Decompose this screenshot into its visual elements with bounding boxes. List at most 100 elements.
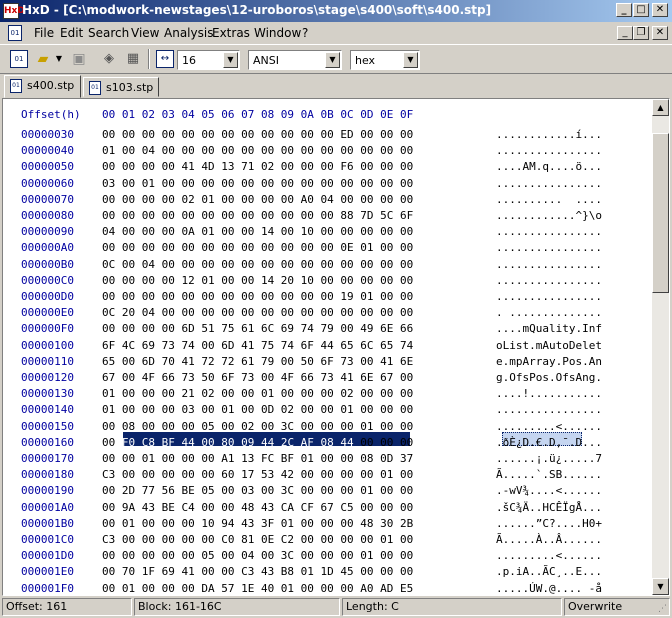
row-hex-bytes[interactable]: 00 01 00 00 00 10 94 43 3F 01 00 00 00 4… bbox=[102, 516, 413, 532]
row-ascii[interactable]: .šC¾Ä..HCÊÏgÅ... bbox=[496, 500, 602, 516]
row-ascii[interactable]: ................ bbox=[496, 240, 602, 256]
row-ascii[interactable]: .ðÈ¿D.€.D,¯.D... bbox=[496, 435, 602, 451]
row-ascii[interactable]: Ã.....`.SB...... bbox=[496, 467, 602, 483]
mdi-minimize-button[interactable]: _ bbox=[617, 26, 633, 40]
maximize-button[interactable]: □ bbox=[633, 3, 649, 17]
row-hex-bytes[interactable]: 65 00 6D 70 41 72 72 61 79 00 50 6F 73 0… bbox=[102, 354, 413, 370]
toolbar-separator bbox=[148, 49, 150, 69]
scroll-up-button[interactable]: ▲ bbox=[652, 99, 669, 116]
row-hex-bytes[interactable]: 00 2D 77 56 BE 05 00 03 00 3C 00 00 00 0… bbox=[102, 483, 413, 499]
row-hex-bytes[interactable]: 0C 00 04 00 00 00 00 00 00 00 00 00 00 0… bbox=[102, 257, 413, 273]
row-hex-bytes[interactable]: 01 00 04 00 00 00 00 00 00 00 00 00 00 0… bbox=[102, 143, 413, 159]
row-ascii[interactable]: .......... .... bbox=[496, 192, 602, 208]
row-hex-bytes[interactable]: 67 00 4F 66 73 50 6F 73 00 4F 66 73 41 6… bbox=[102, 370, 413, 386]
row-ascii[interactable]: .....ÚW.@.... -å bbox=[496, 581, 602, 595]
row-ascii[interactable]: ......”C?....H0+ bbox=[496, 516, 602, 532]
status-edit-mode[interactable]: Overwrite bbox=[564, 598, 670, 616]
minimize-button[interactable]: _ bbox=[616, 3, 632, 17]
row-ascii[interactable]: ....mQuality.Inf bbox=[496, 321, 602, 337]
scroll-thumb[interactable] bbox=[652, 133, 669, 293]
row-hex-bytes[interactable]: 00 00 00 00 00 00 00 00 00 00 00 00 88 7… bbox=[102, 208, 413, 224]
row-hex-bytes[interactable]: 00 00 00 00 6D 51 75 61 6C 69 74 79 00 4… bbox=[102, 321, 413, 337]
row-ascii[interactable]: ....!........... bbox=[496, 386, 602, 402]
menu-file[interactable]: File bbox=[34, 26, 54, 40]
row-hex-bytes[interactable]: 04 00 00 00 0A 01 00 00 14 00 10 00 00 0… bbox=[102, 224, 413, 240]
save-icon[interactable]: ▣ bbox=[70, 50, 88, 68]
row-ascii[interactable]: ....AM.q....ö... bbox=[496, 159, 602, 175]
vertical-scrollbar[interactable]: ▲ ▼ bbox=[652, 99, 669, 595]
row-ascii[interactable]: .-wV¾....<...... bbox=[496, 483, 602, 499]
row-hex-bytes[interactable]: 6F 4C 69 73 74 00 6D 41 75 74 6F 44 65 6… bbox=[102, 338, 413, 354]
open-dropdown-icon[interactable]: ▼ bbox=[54, 50, 64, 68]
hxd-app-icon[interactable]: HxD bbox=[3, 3, 25, 19]
row-hex-bytes[interactable]: 00 00 00 00 41 4D 13 71 02 00 00 00 F6 0… bbox=[102, 159, 413, 175]
ram-icon[interactable]: ▦ bbox=[124, 50, 142, 68]
resize-grip-icon[interactable]: ⋰ bbox=[658, 604, 670, 616]
row-hex-bytes[interactable]: 00 70 1F 69 41 00 00 C3 43 B8 01 1D 45 0… bbox=[102, 564, 413, 580]
row-ascii[interactable]: ................ bbox=[496, 143, 602, 159]
bytes-per-row-select[interactable]: 16 ▼ bbox=[177, 50, 240, 70]
row-hex-bytes[interactable]: 03 00 01 00 00 00 00 00 00 00 00 00 00 0… bbox=[102, 176, 413, 192]
row-ascii[interactable]: ............^}\o bbox=[496, 208, 602, 224]
status-block: Block: 161-16C bbox=[134, 598, 340, 616]
row-hex-bytes[interactable]: 00 00 00 00 02 01 00 00 00 00 A0 04 00 0… bbox=[102, 192, 413, 208]
menu-extras[interactable]: Extras bbox=[212, 26, 250, 40]
row-ascii[interactable]: e.mpArray.Pos.An bbox=[496, 354, 602, 370]
disk-icon[interactable]: ◈ bbox=[100, 50, 118, 68]
row-ascii[interactable]: ................ bbox=[496, 176, 602, 192]
chevron-down-icon[interactable]: ▼ bbox=[223, 52, 238, 68]
row-ascii[interactable]: Ã.....À..Â...... bbox=[496, 532, 602, 548]
row-ascii[interactable]: ......¡.ü¿.....7 bbox=[496, 451, 602, 467]
row-ascii[interactable]: ................ bbox=[496, 257, 602, 273]
row-ascii[interactable]: g.OfsPos.OfsAng. bbox=[496, 370, 602, 386]
row-ascii[interactable]: .........<...... bbox=[496, 419, 602, 435]
row-ascii[interactable]: ................ bbox=[496, 273, 602, 289]
menu-bar: 01 File Edit Search View Analysis Extras… bbox=[0, 22, 672, 44]
row-hex-bytes[interactable]: 00 01 00 00 00 DA 57 1E 40 01 00 00 00 A… bbox=[102, 581, 413, 595]
charset-select[interactable]: ANSI ▼ bbox=[248, 50, 342, 70]
close-button[interactable]: ✕ bbox=[652, 3, 668, 17]
row-ascii[interactable]: .p.iA..ÃC¸..E... bbox=[496, 564, 602, 580]
row-hex-bytes[interactable]: 01 00 00 00 03 00 01 00 0D 02 00 00 01 0… bbox=[102, 402, 413, 418]
row-ascii[interactable]: ............í... bbox=[496, 127, 602, 143]
row-ascii[interactable]: ................ bbox=[496, 402, 602, 418]
hex-editor[interactable]: Offset(h) 00 01 02 03 04 05 06 07 08 09 … bbox=[2, 98, 670, 596]
display-mode-select[interactable]: hex ▼ bbox=[350, 50, 420, 70]
row-hex-bytes[interactable]: 00 00 00 00 00 00 00 00 00 00 00 00 0E 0… bbox=[102, 240, 413, 256]
open-folder-icon[interactable]: ▰ bbox=[34, 50, 52, 68]
document-icon[interactable]: 01 bbox=[8, 25, 22, 41]
row-hex-bytes[interactable]: 00 00 00 00 00 00 00 00 00 00 00 00 ED 0… bbox=[102, 127, 413, 143]
menu-help[interactable]: ? bbox=[302, 26, 308, 40]
tab-s103[interactable]: 01 s103.stp bbox=[83, 77, 159, 97]
row-hex-bytes[interactable]: C3 00 00 00 00 00 C0 81 0E C2 00 00 00 0… bbox=[102, 532, 413, 548]
mdi-restore-button[interactable]: ❐ bbox=[633, 26, 649, 40]
row-ascii[interactable]: oList.mAutoDelet bbox=[496, 338, 602, 354]
mdi-close-button[interactable]: ✕ bbox=[652, 26, 668, 40]
row-hex-bytes[interactable]: 00 00 00 00 12 01 00 00 14 20 10 00 00 0… bbox=[102, 273, 413, 289]
row-offset: 00000110 bbox=[21, 355, 74, 368]
menu-search[interactable]: Search bbox=[88, 26, 129, 40]
new-file-icon[interactable]: 01 bbox=[10, 50, 28, 68]
row-hex-bytes[interactable]: 0C 20 04 00 00 00 00 00 00 00 00 00 00 0… bbox=[102, 305, 413, 321]
menu-window[interactable]: Window bbox=[254, 26, 301, 40]
row-hex-bytes[interactable]: C3 00 00 00 00 00 60 17 53 42 00 00 00 0… bbox=[102, 467, 413, 483]
document-tabs: 01 s400.stp 01 s103.stp bbox=[0, 74, 672, 98]
row-hex-bytes[interactable]: 00 00 00 00 00 00 00 00 00 00 00 00 19 0… bbox=[102, 289, 413, 305]
tab-s400[interactable]: 01 s400.stp bbox=[4, 75, 81, 98]
row-ascii[interactable]: ................ bbox=[496, 224, 602, 240]
row-ascii[interactable]: .........<...... bbox=[496, 548, 602, 564]
row-hex-bytes[interactable]: 00 00 00 00 00 05 00 04 00 3C 00 00 00 0… bbox=[102, 548, 413, 564]
row-ascii[interactable]: . .............. bbox=[496, 305, 602, 321]
row-hex-bytes[interactable]: 00 00 01 00 00 00 A1 13 FC BF 01 00 00 0… bbox=[102, 451, 413, 467]
chevron-down-icon[interactable]: ▼ bbox=[325, 52, 340, 68]
chevron-down-icon[interactable]: ▼ bbox=[403, 52, 418, 68]
row-hex-bytes[interactable]: 00 08 00 00 00 05 00 02 00 3C 00 00 00 0… bbox=[102, 419, 413, 435]
scroll-down-button[interactable]: ▼ bbox=[652, 578, 669, 595]
menu-edit[interactable]: Edit bbox=[60, 26, 83, 40]
row-hex-bytes[interactable]: 01 00 00 00 21 02 00 00 01 00 00 00 02 0… bbox=[102, 386, 413, 402]
menu-view[interactable]: View bbox=[131, 26, 159, 40]
row-hex-bytes[interactable]: 00 F0 C8 BF 44 00 80 09 44 2C AF 08 44 0… bbox=[102, 435, 413, 451]
row-hex-bytes[interactable]: 00 9A 43 BE C4 00 00 48 43 CA CF 67 C5 0… bbox=[102, 500, 413, 516]
menu-analysis[interactable]: Analysis bbox=[164, 26, 213, 40]
row-ascii[interactable]: ................ bbox=[496, 289, 602, 305]
